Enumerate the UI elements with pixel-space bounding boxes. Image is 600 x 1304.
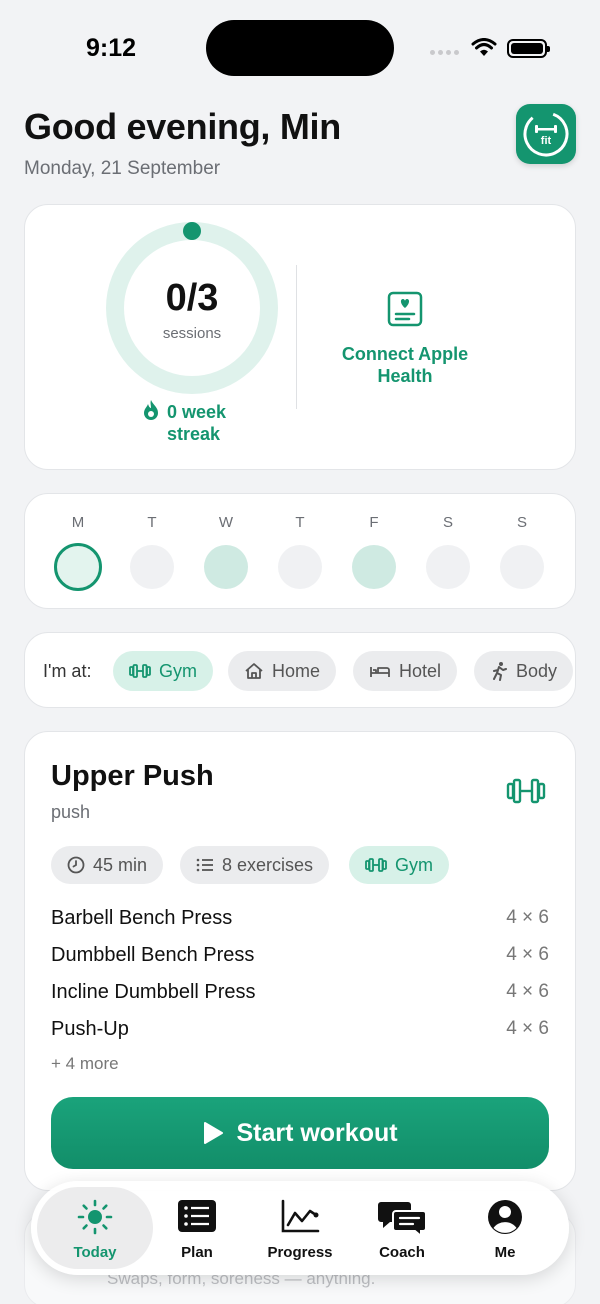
day-tuesday[interactable]: T — [128, 514, 176, 589]
day-wednesday[interactable]: W — [202, 514, 250, 589]
tab-label: Today — [73, 1244, 117, 1261]
location-chip-label: Hotel — [399, 660, 442, 681]
exercise-row: Dumbbell Bench Press 4 × 6 — [51, 940, 549, 970]
status-time: 9:12 — [86, 34, 137, 62]
tab-label: Me — [494, 1244, 516, 1261]
sun-icon — [77, 1199, 113, 1235]
app-logo-text: fit — [541, 135, 552, 147]
dumbbell-icon — [129, 664, 151, 678]
tab-coach[interactable]: Coach — [350, 1187, 454, 1269]
day-sunday[interactable]: S — [498, 514, 546, 589]
tab-plan[interactable]: Plan — [145, 1187, 249, 1269]
list-icon — [178, 1200, 216, 1232]
exercise-name: Barbell Bench Press — [51, 906, 233, 929]
bottom-tab-bar: Today Plan Progress Coach Me — [31, 1181, 569, 1275]
dynamic-island — [206, 20, 394, 76]
sessions-count: 0/3 — [165, 277, 219, 319]
day-monday[interactable]: M — [54, 514, 102, 591]
day-letter: W — [218, 514, 234, 531]
exercise-name: Dumbbell Bench Press — [51, 943, 255, 966]
tab-me[interactable]: Me — [453, 1187, 557, 1269]
exercise-sets: 4 × 6 — [506, 944, 549, 965]
day-indicator — [426, 545, 470, 589]
location-chip-home[interactable]: Home — [228, 651, 337, 691]
location-chip-hotel[interactable]: Hotel — [353, 651, 458, 691]
person-icon — [493, 662, 507, 681]
day-saturday[interactable]: S — [424, 514, 472, 589]
exercise-count-label: 8 exercises — [222, 854, 314, 875]
day-indicator — [278, 545, 322, 589]
tab-label: Plan — [181, 1244, 213, 1261]
weekly-summary-card: 0/3 sessions 0 week streak Connect Apple… — [24, 204, 576, 470]
day-indicator-today — [54, 543, 102, 591]
tab-today[interactable]: Today — [37, 1187, 153, 1269]
tab-label: Coach — [379, 1244, 425, 1261]
divider — [296, 265, 297, 409]
exercise-sets: 4 × 6 — [506, 981, 549, 1002]
exercise-sets: 4 × 6 — [506, 1018, 549, 1039]
wifi-icon — [471, 38, 497, 56]
location-chip-gym[interactable]: Gym — [113, 651, 213, 691]
day-letter: F — [369, 514, 379, 531]
day-letter: T — [295, 514, 305, 531]
start-workout-button[interactable]: Start workout — [51, 1097, 549, 1169]
more-exercises-link[interactable]: + 4 more — [51, 1054, 119, 1074]
day-letter: S — [516, 514, 527, 531]
day-letter: S — [442, 514, 453, 531]
tab-progress[interactable]: Progress — [248, 1187, 352, 1269]
person-circle-icon — [488, 1200, 522, 1234]
day-thursday[interactable]: T — [276, 514, 324, 589]
location-chip-label: Home — [272, 660, 321, 681]
chart-icon — [281, 1199, 320, 1233]
status-bar: 9:12 — [0, 0, 600, 96]
sessions-label: sessions — [162, 325, 222, 342]
clock-icon — [67, 856, 85, 874]
day-indicator — [130, 545, 174, 589]
date-label: Monday, 21 September — [24, 158, 221, 179]
streak-label: 0 week streak — [167, 402, 227, 444]
week-tracker-card: M T W T F S S — [24, 493, 576, 609]
location-chip-label: Body — [516, 660, 558, 681]
start-workout-label: Start workout — [236, 1118, 398, 1147]
exercise-count-pill: 8 exercises — [180, 846, 330, 884]
day-friday[interactable]: F — [350, 514, 398, 589]
exercise-sets: 4 × 6 — [506, 907, 549, 928]
location-chip-body[interactable]: Body — [474, 651, 574, 691]
exercise-row: Push-Up 4 × 6 — [51, 1014, 549, 1044]
greeting-title: Good evening, Min — [24, 106, 341, 147]
workout-subtitle: push — [51, 802, 91, 822]
exercise-row: Incline Dumbbell Press 4 × 6 — [51, 977, 549, 1007]
day-indicator — [500, 545, 544, 589]
list-icon — [196, 858, 213, 872]
day-letter: T — [147, 514, 157, 531]
cellular-signal-icon — [430, 50, 459, 55]
chat-icon — [378, 1202, 426, 1237]
day-letter: M — [71, 514, 85, 531]
exercise-name: Push-Up — [51, 1017, 129, 1040]
connect-apple-health-link[interactable]: Connect Apple Health — [325, 343, 485, 387]
bed-icon — [370, 667, 390, 677]
play-icon — [204, 1122, 224, 1144]
workout-card[interactable]: Upper Push push 45 min 8 exercises Gym B… — [24, 731, 576, 1191]
location-selector-card: I'm at: Gym Home Hotel Body — [24, 632, 576, 708]
duration-label: 45 min — [93, 854, 148, 875]
battery-icon — [507, 39, 550, 58]
exercise-name: Incline Dumbbell Press — [51, 980, 256, 1003]
workout-location-label: Gym — [395, 854, 433, 875]
day-indicator-scheduled — [352, 545, 396, 589]
workout-location-pill: Gym — [349, 846, 449, 884]
exercise-row: Barbell Bench Press 4 × 6 — [51, 903, 549, 933]
day-indicator-scheduled — [204, 545, 248, 589]
tab-label: Progress — [267, 1244, 333, 1261]
dumbbell-icon — [365, 858, 387, 872]
dumbbell-icon — [506, 778, 546, 804]
flame-icon — [144, 400, 158, 420]
home-icon — [245, 663, 263, 679]
app-logo-icon[interactable]: fit — [516, 104, 576, 164]
health-record-icon[interactable] — [387, 291, 423, 327]
location-label: I'm at: — [43, 661, 92, 681]
duration-pill: 45 min — [51, 846, 164, 884]
location-chip-label: Gym — [159, 660, 197, 681]
workout-title: Upper Push — [51, 760, 214, 792]
